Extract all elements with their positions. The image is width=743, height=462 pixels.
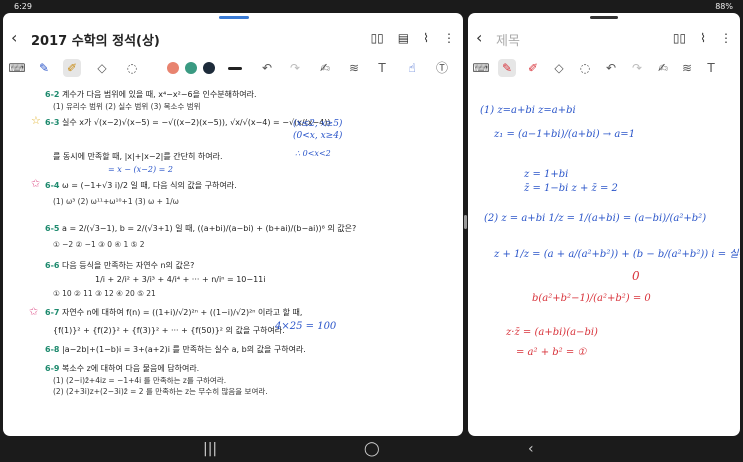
handwritten-note: 4×25 = 100 <box>275 321 337 332</box>
color-coral[interactable] <box>167 62 179 74</box>
problem-6-6-eq: 1/i + 2/i² + 3/i³ + 4/i⁴ + ··· + n/iⁿ = … <box>95 275 266 284</box>
lasso-icon[interactable]: ◌ <box>576 59 594 77</box>
title-input[interactable]: 제목 <box>496 30 520 49</box>
star-icon: ✩ <box>29 305 39 318</box>
pen-toolbar: ⌨ ✎ ✐ ◇ ◌ ↶ ↷ ✍ ≋ T <box>468 57 740 79</box>
back-nav-icon[interactable]: ‹ <box>528 441 534 457</box>
pane-drag-handle[interactable] <box>590 16 618 19</box>
home-icon[interactable]: ◯ <box>364 441 380 457</box>
highlighter-icon[interactable]: ✐ <box>63 59 81 77</box>
more-icon[interactable]: ⋮ <box>443 31 455 45</box>
title-bar: ‹ 2017 수학의 정석(상) ▯▯ ▤ ⌇ ⋮ <box>3 27 463 51</box>
handwritten-note: b(a²+b²−1)/(a²+b²) = 0 <box>532 293 651 304</box>
star-icon: ☆ <box>31 114 41 127</box>
handwriting-icon[interactable]: ≋ <box>345 59 363 77</box>
color-navy[interactable] <box>203 62 215 74</box>
attach-icon[interactable]: ⌇ <box>700 31 706 45</box>
handwritten-note: z̄ = 1−bi z + z̄ = 2 <box>524 183 618 194</box>
problem-6-6: 6-6 다음 등식을 만족하는 자연수 n의 값은? <box>45 261 195 270</box>
undo-icon[interactable]: ↶ <box>602 59 620 77</box>
status-bar: 6:29 88% <box>0 0 743 13</box>
problem-6-2: 6-2 계수가 다음 범위에 있을 때, x⁴−x²−6을 인수분해하여라. <box>45 90 257 99</box>
book-icon[interactable]: ▯▯ <box>673 31 686 45</box>
page-content: (1) z=a+bi z=a+bi z₁ = (a−1+bi)/(a+bi) →… <box>468 85 740 436</box>
handwritten-note: = x − (x−2) = 2 <box>108 165 173 174</box>
attach-icon[interactable]: ⌇ <box>423 31 429 45</box>
title-bar: ‹ 제목 ▯▯ ⌇ ⋮ <box>468 27 740 51</box>
problem-6-9-part2: (2) (2+3i)z+(2−3i)z̄ = 2 를 만족하는 z는 무수히 많… <box>53 387 268 396</box>
handwritten-note: z₁ = (a−1+bi)/(a+bi) → a=1 <box>494 129 636 140</box>
eraser-icon[interactable]: ◇ <box>93 59 111 77</box>
battery-level: 88% <box>715 2 733 11</box>
problem-6-9: 6-9 복소수 z에 대하여 다음 물음에 답하여라. <box>45 364 200 373</box>
eraser-icon[interactable]: ◇ <box>550 59 568 77</box>
problem-6-7: 6-7 자연수 n에 대하여 f(n) = ((1+i)/√2)²ⁿ + ((1… <box>45 308 303 317</box>
keyboard-icon[interactable]: ⌨ <box>8 59 26 77</box>
pen-settings-icon[interactable]: ✍ <box>316 59 334 77</box>
problem-6-4: 6-4 ω = (−1+√3 i)/2 일 때, 다음 식의 값을 구하여라. <box>45 181 237 190</box>
handwritten-note: 0 <box>632 269 640 283</box>
back-icon[interactable]: ‹ <box>476 28 482 47</box>
pen-toolbar: ⌨ ✎ ✐ ◇ ◌ ↶ ↷ ✍ ≋ T ☝ Ⓣ <box>3 57 463 79</box>
handwritten-note: = a² + b² = ① <box>516 347 587 358</box>
star-icon: ✩ <box>31 177 41 190</box>
page-icon[interactable]: ▤ <box>398 31 409 45</box>
problem-6-3: 6-3 실수 x가 √(x−2)√(x−5) = −√((x−2)(x−5)),… <box>45 118 331 127</box>
pen-icon[interactable]: ✎ <box>35 59 53 77</box>
handwritten-note: z·z̄ = (a+bi)(a−bi) <box>506 327 598 338</box>
split-view-divider[interactable] <box>464 215 467 229</box>
problem-6-7-sum: {f(1)}² + {f(2)}² + {f(3)}² + ··· + {f(5… <box>53 326 285 335</box>
choices-6-4: (1) ω³ (2) ω¹¹+ω¹⁰+1 (3) ω + 1/ω <box>53 197 179 206</box>
redo-icon[interactable]: ↷ <box>286 59 304 77</box>
handwritten-note: (1) z=a+bi z=a+bi <box>480 105 576 116</box>
handwritten-note: (2) z = a+bi 1/z = 1/(a+bi) = (a−bi)/(a²… <box>484 213 707 224</box>
note-pane-right: ‹ 제목 ▯▯ ⌇ ⋮ ⌨ ✎ ✐ ◇ ◌ ↶ ↷ ✍ ≋ T (1) z=a+… <box>468 13 740 436</box>
problem-6-8: 6-8 |a−2b|+(1−b)i = 3+(a+2)i 를 만족하는 실수 a… <box>45 345 306 354</box>
handwritten-note: (0<x, x≥4) <box>293 131 343 141</box>
pen-settings-icon[interactable]: ✍ <box>654 59 672 77</box>
handwritten-note: z = 1+bi <box>524 169 569 180</box>
system-navbar: ||| ◯ ‹ <box>0 438 743 462</box>
status-time: 6:29 <box>14 2 32 11</box>
handwritten-note: z + 1/z = (a + a/(a²+b²)) + (b − b/(a²+b… <box>494 249 740 260</box>
note-pane-left: ‹ 2017 수학의 정석(상) ▯▯ ▤ ⌇ ⋮ ⌨ ✎ ✐ ◇ ◌ ↶ ↷ … <box>3 13 463 436</box>
note-title[interactable]: 2017 수학의 정석(상) <box>31 30 160 49</box>
pane-drag-handle[interactable] <box>219 16 249 19</box>
color-teal[interactable] <box>185 62 197 74</box>
choices-6-5: ① −2 ② −1 ③ 0 ④ 1 ⑤ 2 <box>53 240 145 249</box>
lasso-icon[interactable]: ◌ <box>123 59 141 77</box>
handwriting-icon[interactable]: ≋ <box>678 59 696 77</box>
problem-6-5: 6-5 a = 2/(√3−1), b = 2/(√3+1) 일 때, ((a+… <box>45 224 357 233</box>
handwritten-note: (x≤2, x≥5) <box>293 119 343 129</box>
touch-icon[interactable]: ☝ <box>403 59 421 77</box>
page-content: 6-2 계수가 다음 범위에 있을 때, x⁴−x²−6을 인수분해하여라. (… <box>3 85 463 436</box>
back-icon[interactable]: ‹ <box>11 28 17 47</box>
problem-6-9-part1: (1) (2−i)z̄+4iz = −1+4i 를 만족하는 z를 구하여라. <box>53 376 227 385</box>
more-icon[interactable]: ⋮ <box>720 31 732 45</box>
highlighter-icon[interactable]: ✐ <box>524 59 542 77</box>
redo-icon[interactable]: ↷ <box>628 59 646 77</box>
text-icon[interactable]: T <box>373 59 391 77</box>
stroke-width-icon[interactable] <box>228 67 242 70</box>
choices-6-6: ① 10 ② 11 ③ 12 ④ 20 ⑤ 21 <box>53 289 156 298</box>
handwritten-note: ∴ 0<x<2 <box>295 149 331 158</box>
choices-6-2: (1) 유리수 범위 (2) 실수 범위 (3) 복소수 범위 <box>53 102 201 111</box>
undo-icon[interactable]: ↶ <box>258 59 276 77</box>
problem-6-3-cond: 를 동시에 만족할 때, |x|+|x−2|를 간단히 하여라. <box>53 152 223 161</box>
keyboard-icon[interactable]: ⌨ <box>472 59 490 77</box>
insert-text-icon[interactable]: Ⓣ <box>433 59 451 77</box>
pen-icon[interactable]: ✎ <box>498 59 516 77</box>
recent-apps-icon[interactable]: ||| <box>203 441 217 457</box>
book-icon[interactable]: ▯▯ <box>371 31 384 45</box>
text-icon[interactable]: T <box>702 59 720 77</box>
